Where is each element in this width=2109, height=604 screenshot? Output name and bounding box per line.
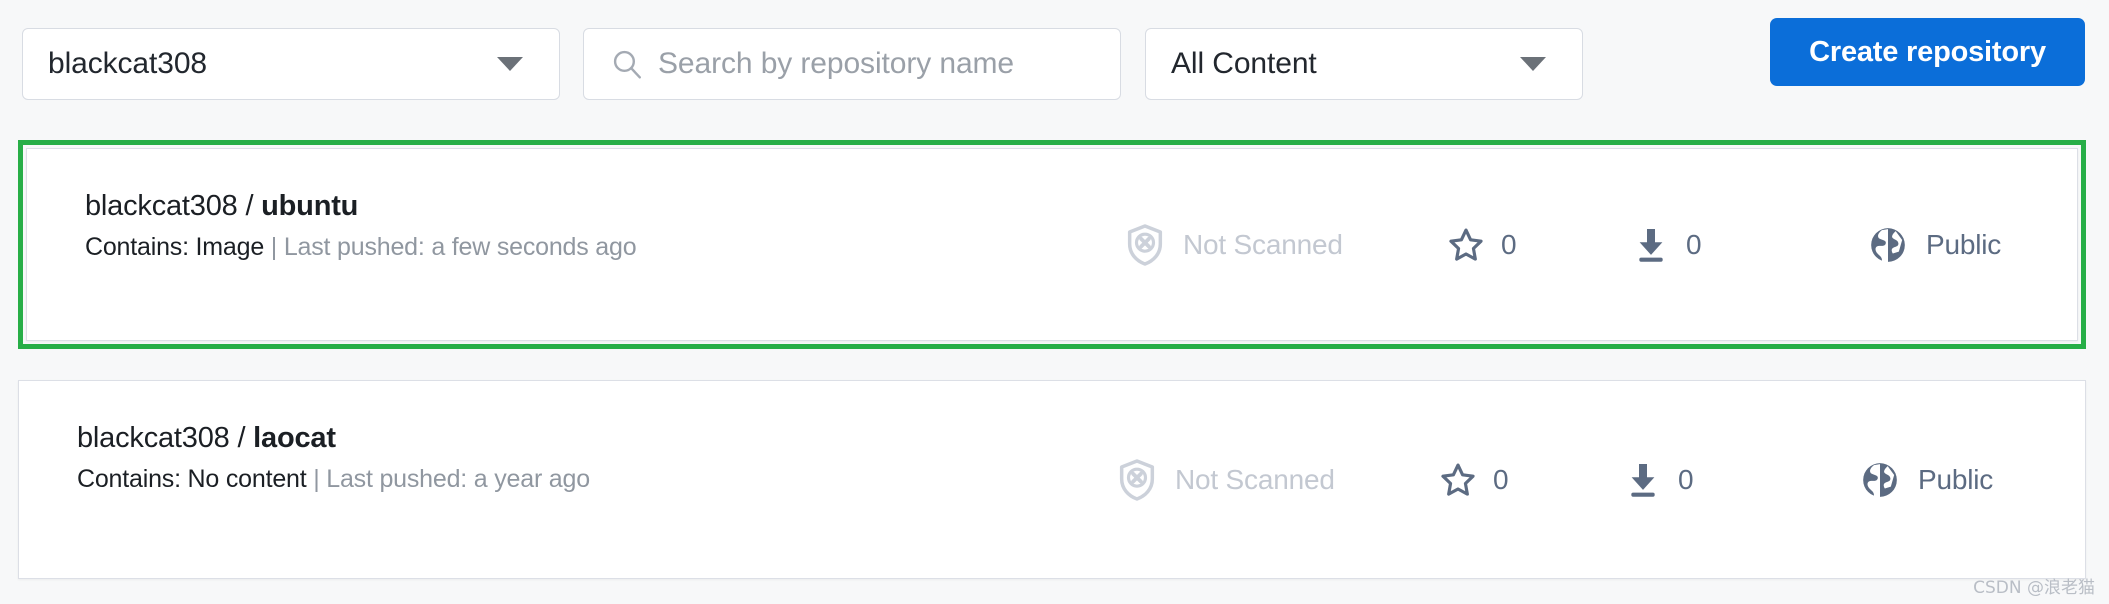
table-row[interactable]: blackcat308 / laocat Contains: No conten…	[18, 380, 2086, 579]
star-count[interactable]: 0	[1439, 381, 1509, 578]
repository-title[interactable]: blackcat308 / laocat	[77, 422, 336, 455]
download-icon	[1624, 460, 1662, 500]
scan-status-label: Not Scanned	[1183, 228, 1343, 260]
star-icon	[1447, 226, 1485, 264]
create-repository-button[interactable]: Create repository	[1770, 18, 2085, 86]
repository-namespace: blackcat308	[85, 190, 238, 222]
pull-count-label: 0	[1678, 463, 1694, 495]
repository-list: blackcat308 / ubuntu Contains: Image | L…	[0, 131, 2109, 604]
globe-icon	[1868, 225, 1908, 265]
chevron-down-icon	[497, 57, 523, 71]
repository-last-pushed: | Last pushed: a year ago	[313, 465, 590, 493]
watermark: CSDN @浪老猫	[1973, 578, 2095, 598]
namespace-select[interactable]: blackcat308	[22, 28, 560, 100]
shield-x-icon	[1125, 223, 1165, 267]
repository-title[interactable]: blackcat308 / ubuntu	[85, 190, 358, 223]
repository-name: laocat	[253, 422, 336, 454]
pull-count[interactable]: 0	[1632, 149, 1702, 340]
repository-subtitle: Contains: No content | Last pushed: a ye…	[77, 465, 590, 494]
star-count-label: 0	[1493, 463, 1509, 495]
repository-row-highlight: blackcat308 / ubuntu Contains: Image | L…	[18, 140, 2086, 349]
download-icon	[1632, 225, 1670, 265]
content-filter-select[interactable]: All Content	[1145, 28, 1583, 100]
scan-status[interactable]: Not Scanned	[1117, 381, 1335, 578]
repository-last-pushed: | Last pushed: a few seconds ago	[270, 233, 637, 261]
shield-x-icon	[1117, 458, 1157, 502]
repository-separator: /	[237, 422, 246, 454]
repository-subtitle: Contains: Image | Last pushed: a few sec…	[85, 233, 637, 262]
pull-count-label: 0	[1686, 228, 1702, 260]
visibility-label: Public	[1926, 228, 2002, 260]
table-row[interactable]: blackcat308 / ubuntu Contains: Image | L…	[26, 148, 2078, 341]
star-count-label: 0	[1501, 228, 1517, 260]
pull-count[interactable]: 0	[1624, 381, 1694, 578]
globe-icon	[1860, 460, 1900, 500]
visibility-label: Public	[1918, 463, 1994, 495]
star-count[interactable]: 0	[1447, 149, 1517, 340]
repository-namespace: blackcat308	[77, 422, 230, 454]
star-icon	[1439, 461, 1477, 499]
visibility-badge[interactable]: Public	[1868, 149, 2001, 340]
content-filter-value: All Content	[1171, 47, 1317, 80]
chevron-down-icon	[1520, 57, 1546, 71]
search-input[interactable]: Search by repository name	[583, 28, 1121, 100]
repository-separator: /	[245, 190, 254, 222]
repository-contains: Contains: Image	[85, 233, 265, 261]
search-input-placeholder: Search by repository name	[658, 47, 1015, 80]
repository-row-wrapper: blackcat308 / laocat Contains: No conten…	[18, 380, 2086, 579]
scan-status[interactable]: Not Scanned	[1125, 149, 1343, 340]
repository-toolbar: blackcat308 Search by repository name Al…	[0, 0, 2109, 131]
namespace-select-value: blackcat308	[48, 47, 208, 80]
search-icon	[610, 47, 644, 81]
visibility-badge[interactable]: Public	[1860, 381, 1993, 578]
repository-contains: Contains: No content	[77, 465, 307, 493]
scan-status-label: Not Scanned	[1175, 463, 1335, 495]
repository-name: ubuntu	[261, 190, 359, 222]
